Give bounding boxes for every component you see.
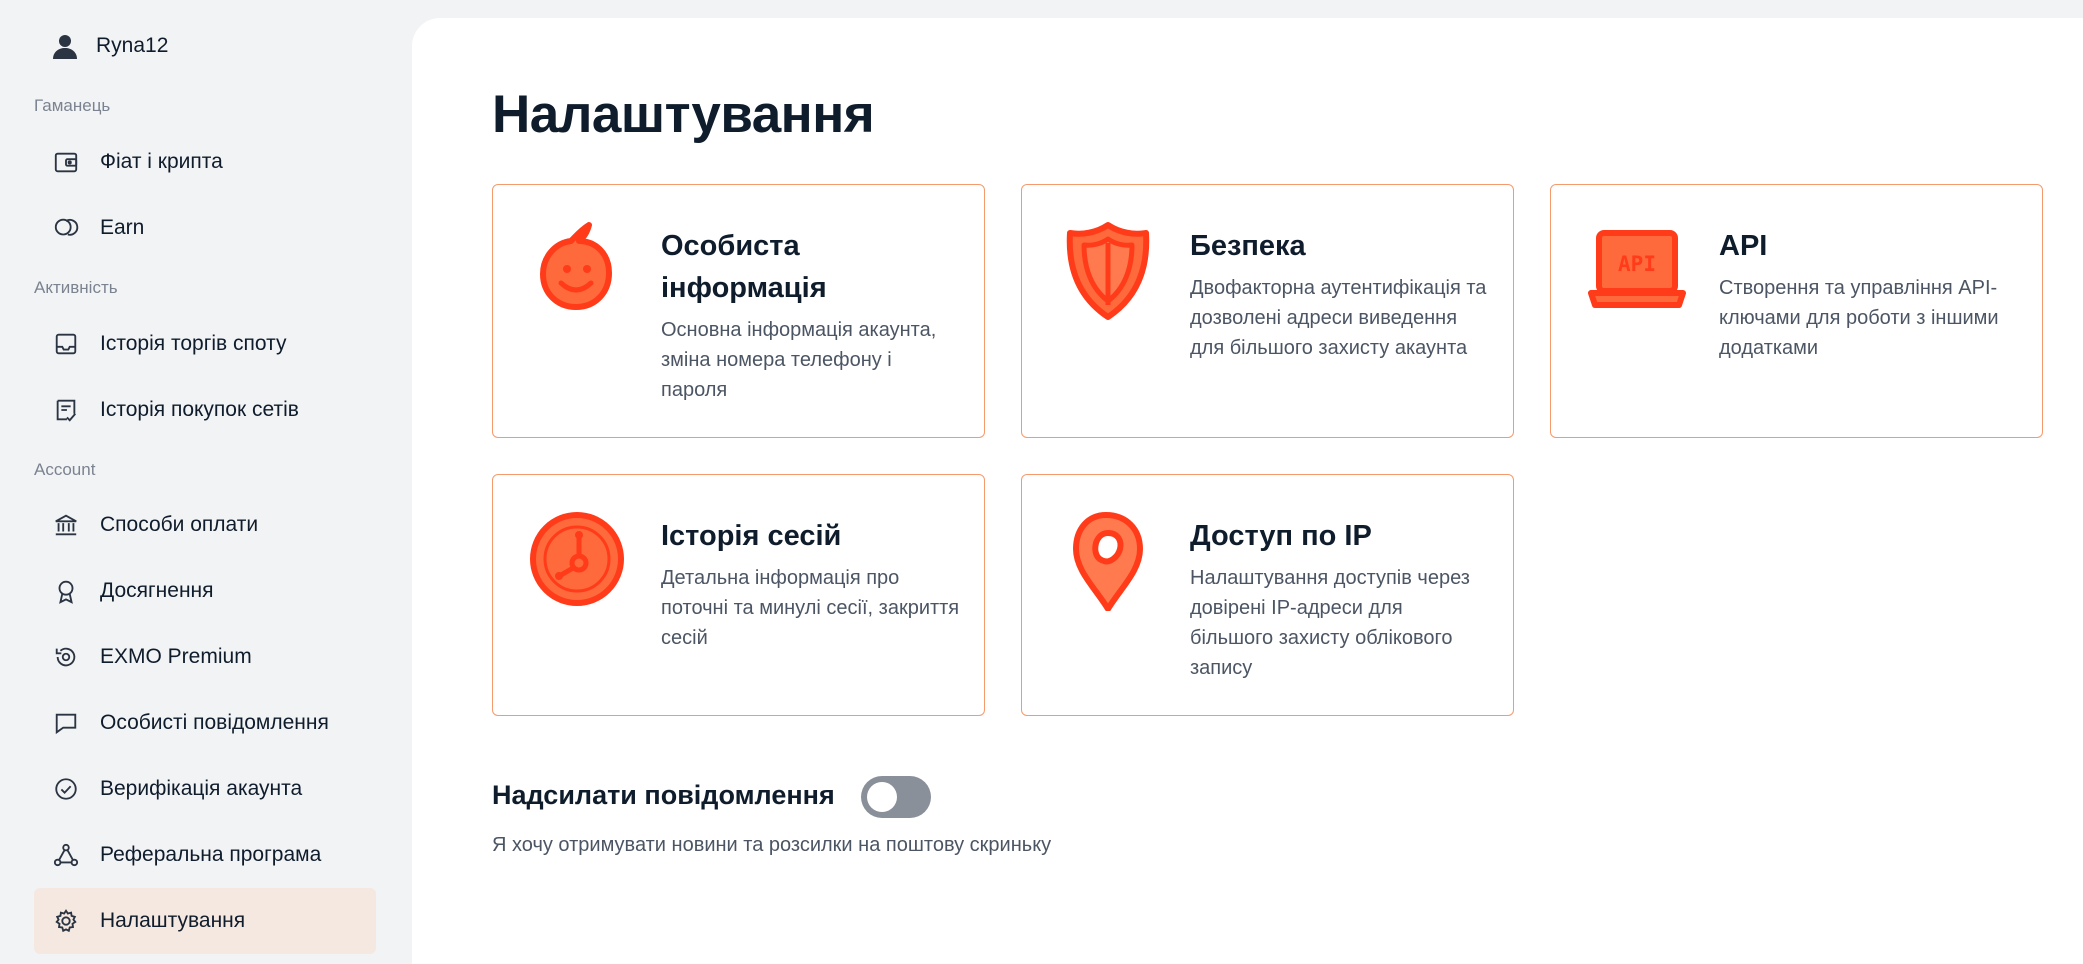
card-ip-access[interactable]: Доступ по IP Налаштування доступів через… xyxy=(1021,474,1514,716)
user-icon xyxy=(50,31,80,61)
notifications-title: Надсилати повідомлення xyxy=(492,780,835,810)
card-title: Доступ по IP xyxy=(1190,520,1372,552)
premium-icon xyxy=(52,643,80,671)
receipt-icon xyxy=(52,396,80,424)
card-session-history[interactable]: Історія сесій Детальна інформація про по… xyxy=(492,474,985,716)
inbox-icon xyxy=(52,330,80,358)
card-api[interactable]: API API Створення та управління API-ключ… xyxy=(1550,184,2043,438)
sidebar-item-label: Налаштування xyxy=(100,909,246,932)
card-description: Двофакторна аутентифікація та дозволені … xyxy=(1190,277,1487,359)
sidebar-item-payment-methods[interactable]: Способи оплати xyxy=(34,492,376,558)
section-label-wallet: Гаманець xyxy=(34,96,111,115)
notifications-toggle[interactable] xyxy=(861,776,931,818)
laptop-api-icon: API xyxy=(1587,221,1687,321)
sidebar-item-label: Історія торгів споту xyxy=(100,332,287,355)
sidebar: Ryna12 Гаманець Фіат і крипта Earn Актив… xyxy=(0,0,412,964)
sidebar-item-label: Фіат і крипта xyxy=(100,150,223,173)
sidebar-item-label: Реферальна програма xyxy=(100,843,322,866)
sidebar-item-label: Досягнення xyxy=(100,579,214,602)
page-title: Налаштування xyxy=(492,85,875,144)
map-pin-icon xyxy=(1058,511,1158,612)
smiley-bubble-icon xyxy=(529,221,629,321)
card-title: Особиста інформація xyxy=(661,230,827,304)
card-description: Налаштування доступів через довірені IP-… xyxy=(1190,567,1470,679)
award-icon xyxy=(52,577,80,605)
sidebar-item-referral[interactable]: Реферальна програма xyxy=(34,822,376,888)
card-security[interactable]: Безпека Двофакторна аутентифікація та до… xyxy=(1021,184,1514,438)
card-personal-info[interactable]: Особиста інформація Основна інформація а… xyxy=(492,184,985,438)
sidebar-item-fiat-crypto[interactable]: Фіат і крипта xyxy=(34,129,376,195)
coins-icon xyxy=(52,214,80,242)
share-nodes-icon xyxy=(52,841,80,869)
api-icon-text: API xyxy=(1618,252,1656,276)
sidebar-item-exmo-premium[interactable]: EXMO Premium xyxy=(34,624,376,690)
clock-icon xyxy=(529,511,629,611)
check-circle-icon xyxy=(52,775,80,803)
sidebar-item-verification[interactable]: Верифікація акаунта xyxy=(34,756,376,822)
message-icon xyxy=(52,709,80,737)
sidebar-item-label: Способи оплати xyxy=(100,513,259,536)
sidebar-item-label: EXMO Premium xyxy=(100,645,252,668)
sidebar-item-label: Історія покупок сетів xyxy=(100,398,299,421)
card-title: Історія сесій xyxy=(661,520,842,552)
sidebar-item-sets-history[interactable]: Історія покупок сетів xyxy=(34,377,376,443)
sidebar-item-messages[interactable]: Особисті повідомлення xyxy=(34,690,376,756)
wallet-icon xyxy=(52,148,80,176)
user-profile[interactable]: Ryna12 xyxy=(50,26,168,66)
sidebar-item-spot-history[interactable]: Історія торгів споту xyxy=(34,311,376,377)
username: Ryna12 xyxy=(96,34,169,57)
card-description: Детальна інформація про поточні та минул… xyxy=(661,567,960,649)
sidebar-item-achievements[interactable]: Досягнення xyxy=(34,558,376,624)
section-label-account: Account xyxy=(34,460,96,479)
card-title: API xyxy=(1719,230,1768,262)
sidebar-item-settings[interactable]: Налаштування xyxy=(34,888,376,954)
sidebar-item-label: Особисті повідомлення xyxy=(100,711,329,734)
card-description: Основна інформація акаунта, зміна номера… xyxy=(661,319,937,401)
notifications-description: Я хочу отримувати новини та розсилки на … xyxy=(492,834,1052,856)
sidebar-item-earn[interactable]: Earn xyxy=(34,195,376,261)
card-title: Безпека xyxy=(1190,230,1306,262)
section-label-activity: Активність xyxy=(34,278,118,297)
bank-icon xyxy=(52,511,80,539)
sidebar-item-label: Earn xyxy=(100,216,145,239)
card-description: Створення та управління API-ключами для … xyxy=(1719,277,1999,359)
gear-icon xyxy=(52,907,80,935)
toggle-knob xyxy=(867,782,897,812)
sidebar-item-label: Верифікація акаунта xyxy=(100,777,303,800)
main-content: Налаштування Особиста інформація Основна… xyxy=(412,18,2083,964)
shield-icon xyxy=(1058,221,1158,321)
